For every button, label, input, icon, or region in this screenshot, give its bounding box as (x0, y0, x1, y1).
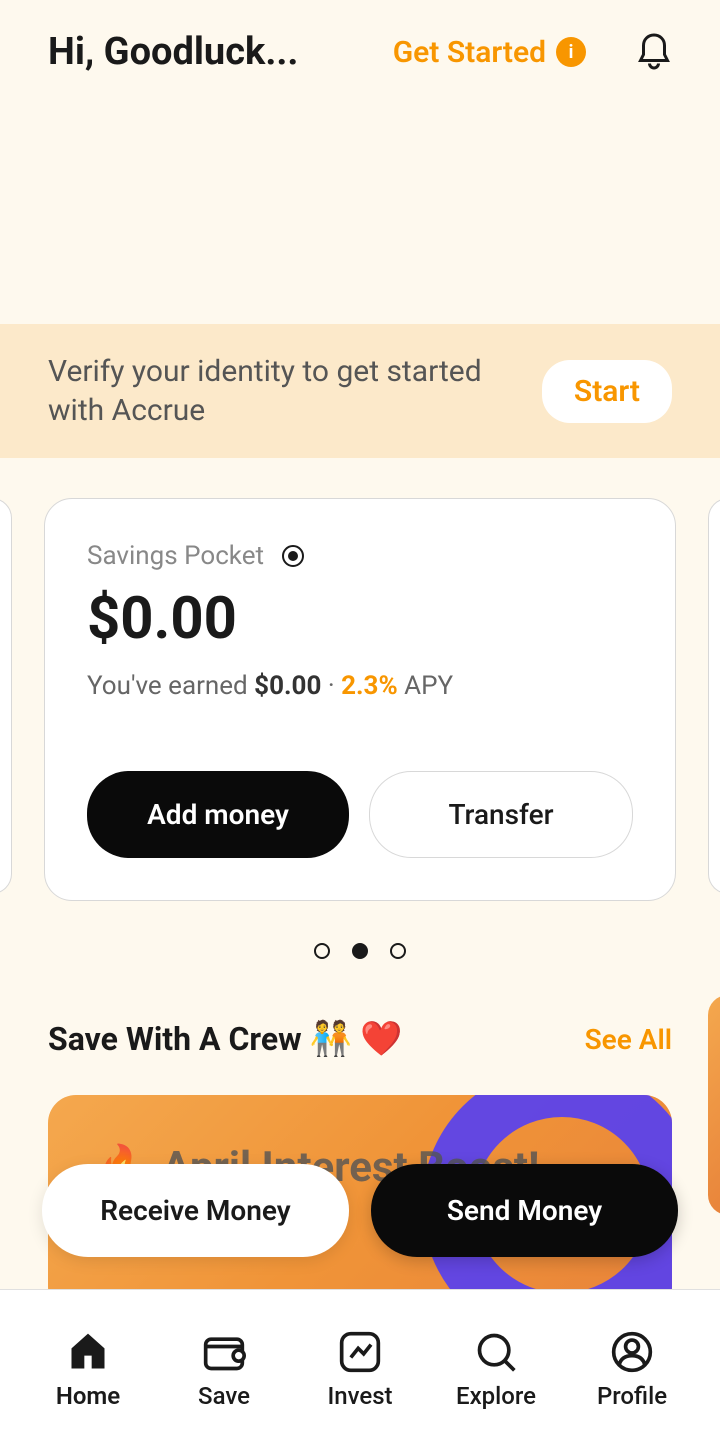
nav-profile-label: Profile (597, 1382, 667, 1410)
card-peek-left (0, 498, 12, 894)
crew-header: Save With A Crew 🧑‍🤝‍🧑 ❤️ See All (48, 1019, 672, 1059)
earned-prefix: You've earned (87, 671, 254, 701)
nav-invest-label: Invest (327, 1382, 392, 1410)
wallet-icon (202, 1330, 246, 1374)
get-started-label: Get Started (393, 35, 546, 70)
apy-suffix: APY (398, 671, 453, 701)
notification-bell-icon[interactable] (636, 32, 672, 72)
separator: · (321, 671, 341, 701)
home-icon (66, 1330, 110, 1374)
info-icon: i (556, 37, 586, 67)
balance-amount: $0.00 (87, 585, 633, 653)
nav-save-label: Save (198, 1382, 250, 1410)
verify-banner: Verify your identity to get started with… (0, 324, 720, 458)
header: Hi, Goodluck... Get Started i (0, 0, 720, 104)
nav-save[interactable]: Save (174, 1330, 274, 1410)
receive-money-button[interactable]: Receive Money (42, 1164, 349, 1257)
carousel-dots (0, 943, 720, 959)
crew-title-text: Save With A Crew (48, 1020, 302, 1058)
get-started-link[interactable]: Get Started i (393, 35, 586, 70)
search-icon (474, 1330, 518, 1374)
crew-section: Save With A Crew 🧑‍🤝‍🧑 ❤️ See All 🔥 Apri… (0, 959, 720, 1315)
nav-explore-label: Explore (456, 1382, 536, 1410)
crew-title: Save With A Crew 🧑‍🤝‍🧑 ❤️ (48, 1019, 402, 1059)
nav-profile[interactable]: Profile (582, 1330, 682, 1410)
fab-row: Receive Money Send Money (42, 1164, 678, 1257)
people-holding-hands-icon: 🧑‍🤝‍🧑 (310, 1019, 352, 1059)
visibility-toggle-icon[interactable] (278, 544, 308, 568)
heart-icon: ❤️ (360, 1019, 402, 1059)
nav-explore[interactable]: Explore (446, 1330, 546, 1410)
dot-2[interactable] (352, 943, 368, 959)
start-button[interactable]: Start (542, 360, 672, 423)
nav-home[interactable]: Home (38, 1330, 138, 1410)
dot-3[interactable] (390, 943, 406, 959)
earned-amount: $0.00 (254, 671, 321, 701)
profile-icon (610, 1330, 654, 1374)
card-peek-right (708, 498, 720, 894)
bottom-nav: Home Save Invest Explore (0, 1289, 720, 1449)
transfer-button[interactable]: Transfer (369, 771, 633, 858)
pocket-label: Savings Pocket (87, 541, 264, 571)
chart-icon (338, 1330, 382, 1374)
savings-card-carousel[interactable]: Savings Pocket $0.00 You've earned $0.00… (0, 458, 720, 901)
savings-card: Savings Pocket $0.00 You've earned $0.00… (44, 498, 676, 901)
nav-invest[interactable]: Invest (310, 1330, 410, 1410)
earnings-row: You've earned $0.00 · 2.3% APY (87, 671, 633, 701)
promo-peek-right (708, 995, 720, 1215)
nav-home-label: Home (56, 1382, 120, 1410)
card-buttons: Add money Transfer (87, 771, 633, 858)
send-money-button[interactable]: Send Money (371, 1164, 678, 1257)
greeting-text: Hi, Goodluck... (48, 30, 298, 74)
pocket-label-row: Savings Pocket (87, 541, 633, 571)
see-all-link[interactable]: See All (585, 1023, 672, 1056)
dot-1[interactable] (314, 943, 330, 959)
apy-rate: 2.3% (341, 671, 398, 701)
verify-text: Verify your identity to get started with… (48, 352, 508, 430)
add-money-button[interactable]: Add money (87, 771, 349, 858)
